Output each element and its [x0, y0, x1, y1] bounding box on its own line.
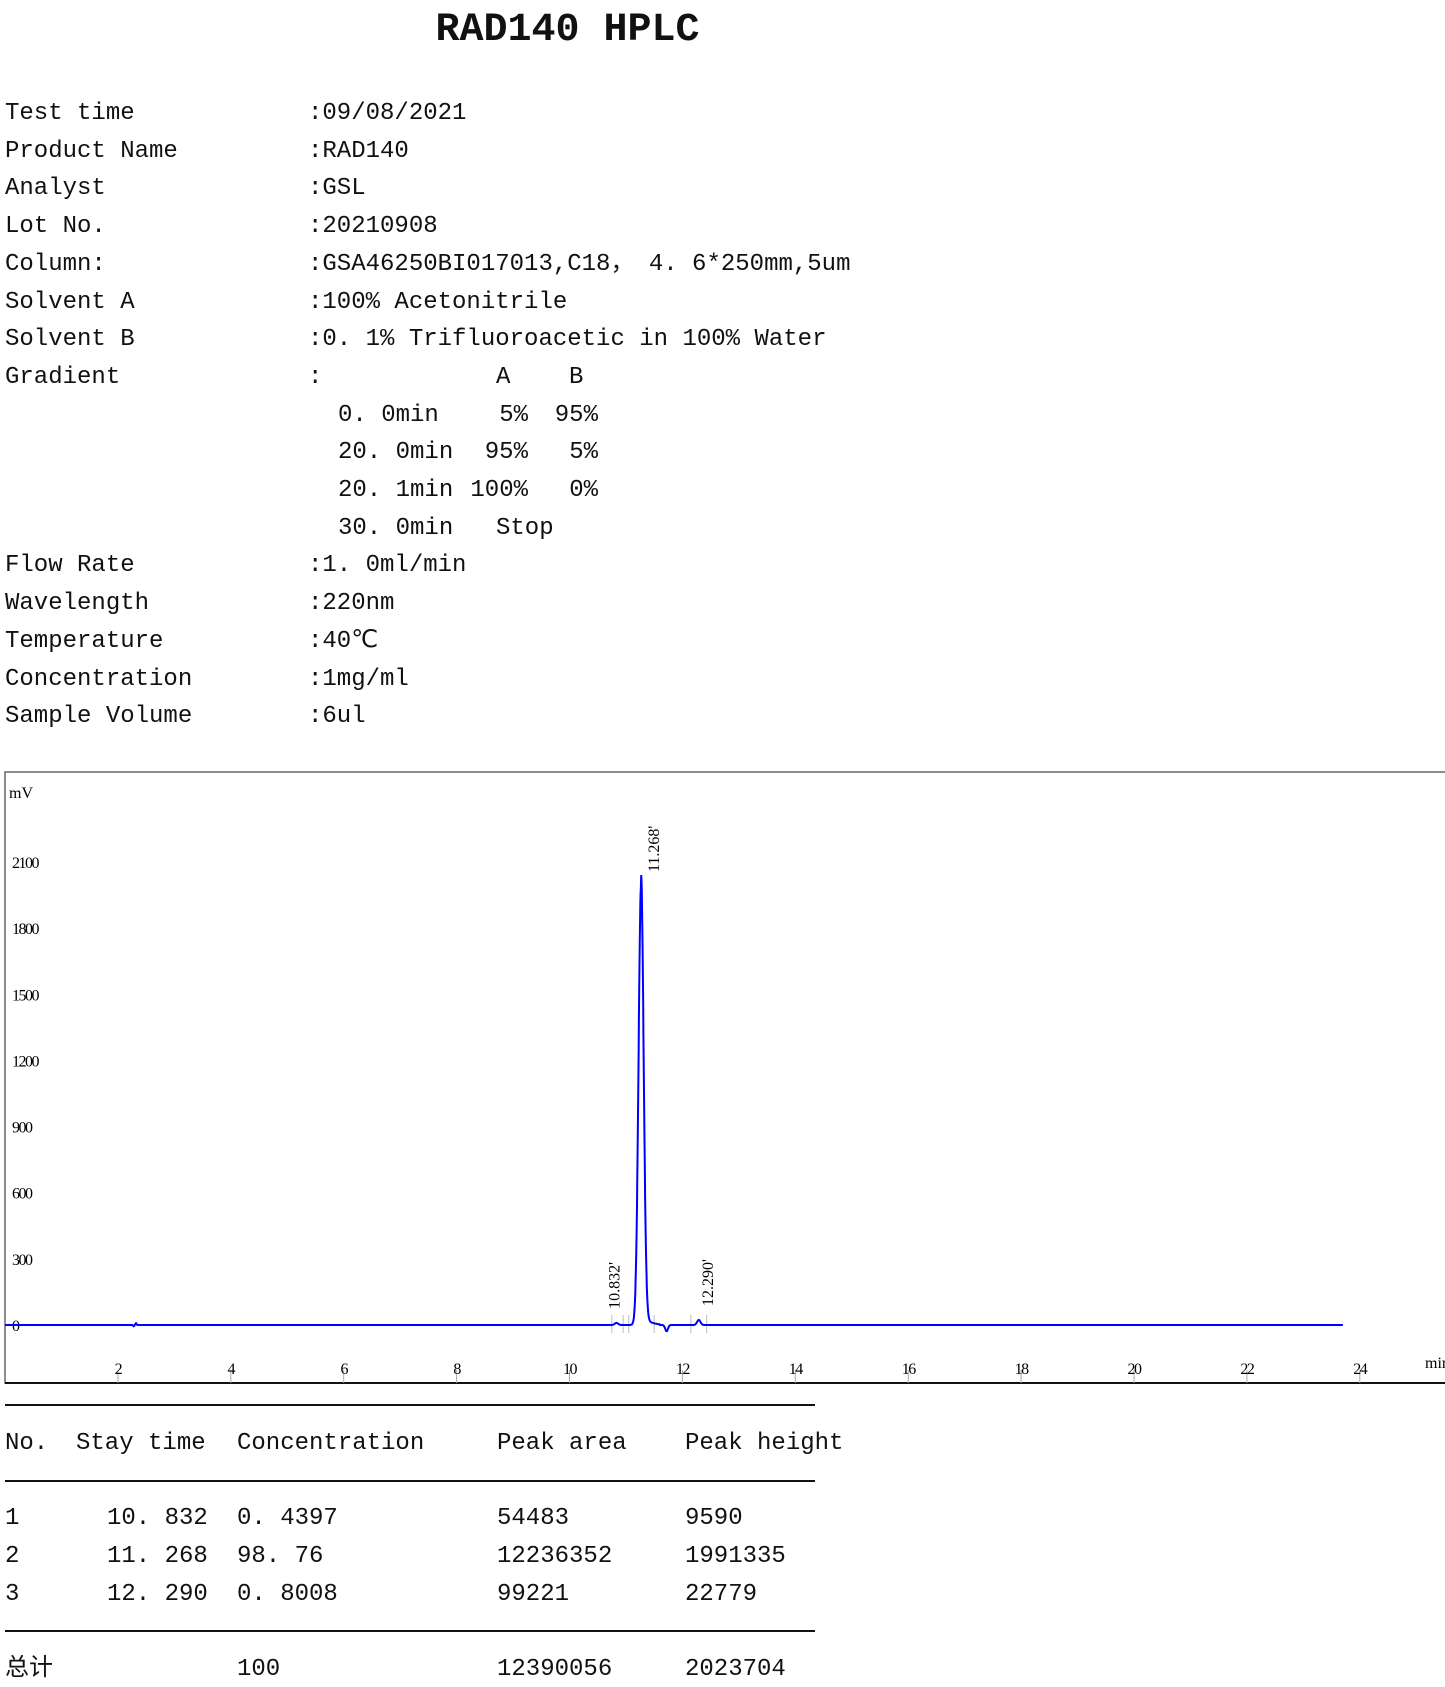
chromatogram-chart: mVmin03006009001200150018002100246810121… — [4, 771, 1445, 1384]
x-tick-label: 22 — [1240, 1361, 1255, 1378]
table-rule-bottom — [5, 1630, 815, 1632]
table-cell: 0. 8008 — [237, 1581, 338, 1608]
table-header: No. — [5, 1430, 49, 1457]
x-tick-label: 12 — [676, 1361, 691, 1378]
table-cell: 11. 268 — [107, 1543, 208, 1570]
table-total: 2023704 — [685, 1656, 786, 1683]
table-cell: 1991335 — [685, 1543, 786, 1570]
y-axis-label: mV — [9, 785, 33, 802]
table-cell: 54483 — [497, 1505, 570, 1532]
y-tick-label: 1800 — [12, 921, 40, 938]
table-cell: 10. 832 — [107, 1505, 208, 1532]
x-tick-label: 2 — [115, 1361, 123, 1378]
table-total: 100 — [237, 1656, 281, 1683]
table-header: Concentration — [237, 1430, 425, 1457]
table-header: Peak height — [685, 1430, 844, 1457]
y-tick-label: 0 — [12, 1318, 20, 1335]
x-tick-label: 24 — [1353, 1361, 1368, 1378]
chromatogram-trace — [5, 875, 1343, 1333]
peak-label: 12.290' — [700, 1259, 717, 1306]
x-tick-label: 14 — [789, 1361, 804, 1378]
plot-frame — [4, 771, 1445, 1384]
x-tick-label: 8 — [453, 1361, 461, 1378]
table-cell: 0. 4397 — [237, 1505, 338, 1532]
peak-label: 11.268' — [646, 826, 663, 872]
y-tick-label: 300 — [12, 1252, 33, 1269]
y-tick-label: 600 — [12, 1186, 33, 1203]
x-axis-label: min — [1425, 1355, 1445, 1372]
y-tick-label: 1500 — [12, 987, 40, 1004]
table-cell: 3 — [5, 1581, 20, 1608]
table-cell: 9590 — [685, 1505, 743, 1532]
table-total: 总计 — [5, 1656, 53, 1683]
x-tick-label: 20 — [1128, 1361, 1143, 1378]
x-tick-label: 16 — [902, 1361, 917, 1378]
table-cell: 1 — [5, 1505, 20, 1532]
y-tick-label: 900 — [12, 1120, 33, 1137]
table-total: 12390056 — [497, 1656, 613, 1683]
table-cell: 22779 — [685, 1581, 758, 1608]
table-cell: 12236352 — [497, 1543, 613, 1570]
table-rule-top — [5, 1404, 815, 1406]
y-tick-label: 2100 — [12, 855, 40, 872]
table-cell: 98. 76 — [237, 1543, 324, 1570]
x-tick-label: 4 — [228, 1361, 236, 1378]
table-rule-header — [5, 1480, 815, 1482]
table-cell: 99221 — [497, 1581, 570, 1608]
table-cell: 2 — [5, 1543, 20, 1570]
x-tick-label: 10 — [563, 1361, 578, 1378]
table-header: Stay time — [76, 1430, 206, 1457]
y-tick-label: 1200 — [12, 1053, 40, 1070]
peak-label: 10.832' — [606, 1262, 623, 1309]
x-tick-label: 6 — [340, 1361, 348, 1378]
table-cell: 12. 290 — [107, 1581, 208, 1608]
table-header: Peak area — [497, 1430, 627, 1457]
x-tick-label: 18 — [1015, 1361, 1030, 1378]
